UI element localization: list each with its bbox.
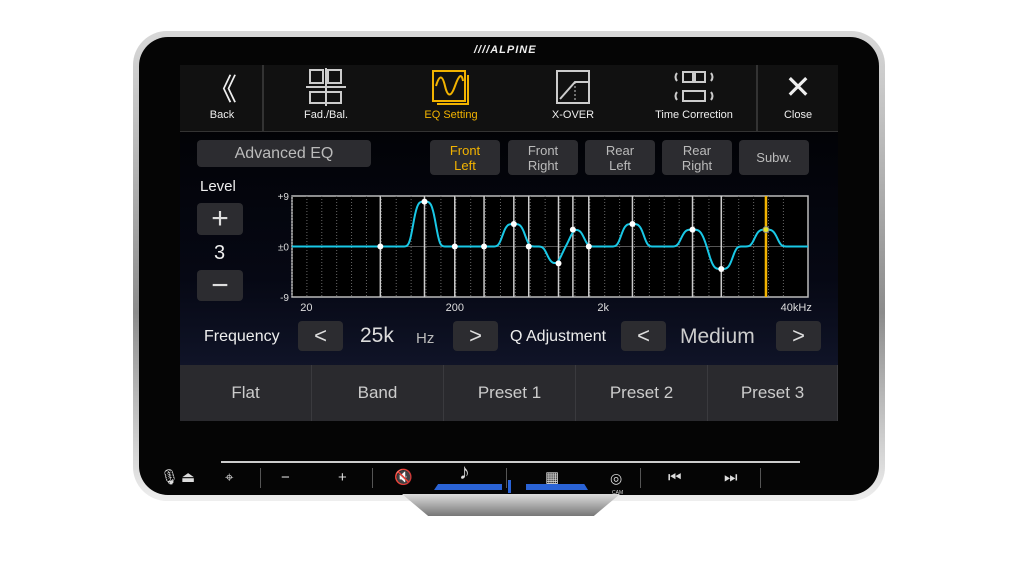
home-icon[interactable]: ⏏ — [181, 470, 195, 486]
next-track-icon[interactable]: ⏭ — [724, 470, 738, 486]
q-adjustment-label: Q Adjustment — [510, 328, 607, 345]
band-point — [762, 226, 770, 234]
release-tab — [402, 494, 620, 516]
frequency-increase-button[interactable]: > — [453, 321, 498, 351]
channel-label: Right — [681, 157, 713, 173]
volume-down-icon[interactable]: − — [281, 470, 290, 486]
x-over-label: X-OVER — [551, 109, 595, 121]
preset-button[interactable]: Flat — [180, 365, 312, 421]
channel-label: Front — [527, 142, 559, 158]
band-point — [569, 226, 576, 233]
tab-time-correction[interactable]: Time Correction — [632, 65, 756, 132]
cam-label: CAM — [612, 490, 624, 496]
close-icon: ✕ — [784, 69, 812, 105]
tab-x-over[interactable]: X-OVER — [514, 65, 632, 132]
advanced-eq-button[interactable]: Advanced EQ — [197, 140, 371, 167]
frequency-label: Frequency — [204, 328, 280, 345]
close-label: Close — [783, 109, 813, 121]
app-grid-icon[interactable]: ▦ — [545, 470, 559, 486]
channel-button[interactable]: Front Left — [430, 140, 500, 175]
band-point — [421, 198, 428, 205]
brand-logo: ////ALPINE — [474, 44, 537, 56]
channel-label: Subw. — [756, 150, 792, 165]
center-indicator — [508, 480, 511, 493]
level-plus-button[interactable]: + — [197, 202, 243, 235]
back-button[interactable]: 《 Back — [182, 65, 262, 132]
band-point — [451, 243, 458, 250]
band-point — [510, 221, 517, 228]
voice-icon[interactable]: 🎙 — [160, 470, 179, 486]
channel-label: Rear — [682, 142, 712, 158]
crossover-icon — [514, 65, 632, 109]
volume-up-icon[interactable]: + — [338, 470, 347, 486]
band-point — [555, 260, 562, 267]
band-point — [525, 243, 532, 250]
fader-balance-icon — [264, 65, 388, 109]
touch-strip-line — [221, 461, 800, 463]
eq-screen: 《 Back Fad./Bal. EQ Setting X-OVER Time C… — [180, 65, 838, 421]
preset-button[interactable]: Band — [312, 365, 444, 421]
x-tick-label: 40kHz — [781, 302, 812, 314]
level-value: 3 — [214, 242, 226, 264]
band-point — [689, 226, 696, 233]
close-button[interactable]: ✕ Close — [758, 65, 838, 132]
channel-button[interactable]: Subw. — [739, 140, 809, 175]
band-point — [481, 243, 488, 250]
divider — [506, 468, 507, 488]
frequency-value: 25k — [360, 324, 394, 347]
x-tick-label: 200 — [446, 302, 464, 314]
fader-balance-label: Fad./Bal. — [303, 109, 349, 121]
level-minus-button[interactable]: − — [197, 269, 243, 302]
divider — [640, 468, 641, 488]
y-tick-label: +9 — [278, 192, 290, 203]
band-point — [377, 243, 384, 250]
apps-indicator — [526, 484, 588, 490]
eq-setting-label: EQ Setting — [424, 109, 478, 121]
channel-label: Left — [609, 157, 631, 173]
x-tick-label: 2k — [597, 302, 609, 314]
q-value: Medium — [680, 325, 755, 348]
channel-label: Rear — [605, 142, 635, 158]
q-decrease-button[interactable]: < — [621, 321, 666, 351]
back-label: Back — [209, 109, 235, 121]
channel-label: Front — [449, 142, 481, 158]
music-note-icon[interactable]: ♪ — [459, 461, 470, 483]
channel-button[interactable]: Rear Left — [585, 140, 655, 175]
eq-graph[interactable]: +9 ±0 -9 20 200 2k 40kHz — [270, 185, 830, 315]
level-label: Level — [200, 178, 236, 195]
frequency-decrease-button[interactable]: < — [298, 321, 343, 351]
divider — [760, 468, 761, 488]
y-tick-label: -9 — [280, 293, 289, 304]
tab-eq-setting[interactable]: EQ Setting — [388, 65, 514, 132]
map-pin-icon[interactable]: ⌖ — [225, 470, 233, 486]
previous-track-icon[interactable]: ⏮ — [668, 470, 682, 486]
x-tick-label: 20 — [300, 302, 312, 314]
music-indicator — [434, 484, 502, 490]
band-point — [629, 221, 636, 228]
time-correction-icon — [632, 65, 756, 109]
time-correction-label: Time Correction — [655, 109, 733, 121]
mute-icon[interactable]: 🔇 — [394, 470, 413, 486]
frequency-unit: Hz — [416, 330, 435, 347]
channel-button[interactable]: Rear Right — [662, 140, 732, 175]
preset-button[interactable]: Preset 2 — [576, 365, 708, 421]
q-increase-button[interactable]: > — [776, 321, 821, 351]
y-tick-label: ±0 — [278, 243, 289, 254]
preset-button[interactable]: Preset 3 — [708, 365, 838, 421]
preset-button[interactable]: Preset 1 — [444, 365, 576, 421]
divider — [260, 468, 261, 488]
band-point — [585, 243, 592, 250]
channel-label: Right — [527, 157, 559, 173]
top-bar: 《 Back Fad./Bal. EQ Setting X-OVER Time C… — [180, 65, 838, 132]
channel-button[interactable]: Front Right — [508, 140, 578, 175]
tab-fader-balance[interactable]: Fad./Bal. — [264, 65, 388, 132]
divider — [372, 468, 373, 488]
camera-icon[interactable]: ◎ — [610, 470, 622, 486]
double-chevron-left-icon: 《 — [207, 74, 237, 107]
channel-label: Left — [454, 157, 476, 173]
eq-wave-icon — [388, 65, 514, 109]
band-point — [718, 265, 725, 272]
